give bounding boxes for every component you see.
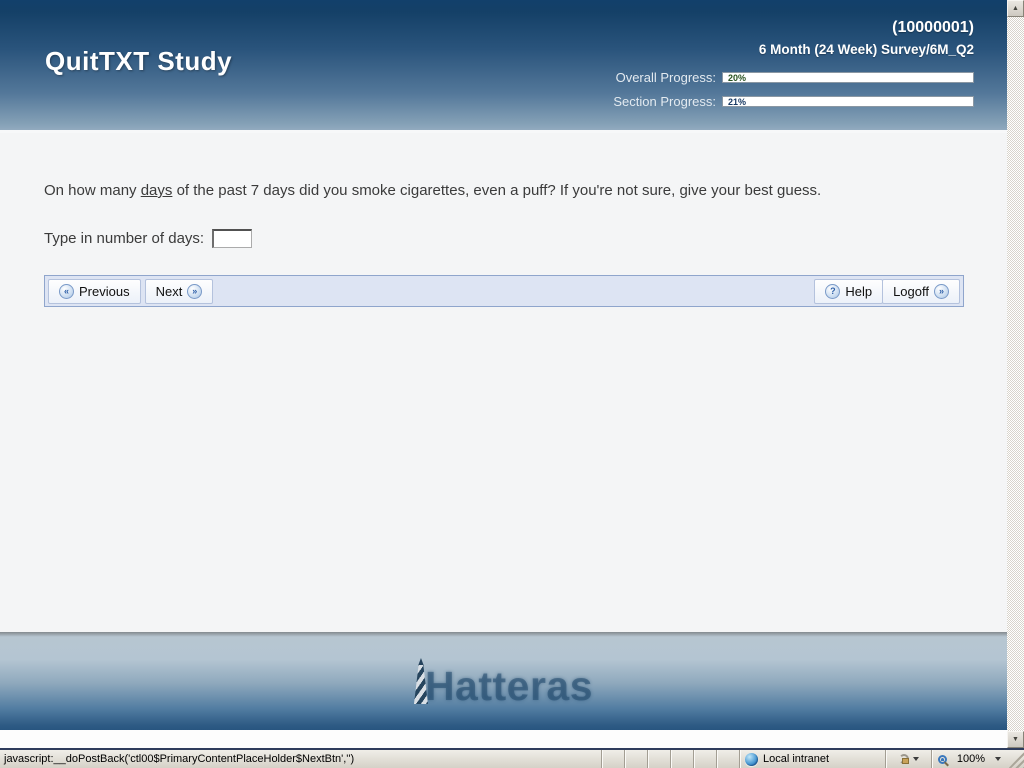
zoom-level-value: 100% [957,753,985,765]
logoff-button-label: Logoff [893,284,929,299]
question-text-underlined: days [141,182,173,199]
answer-row: Type in number of days: [44,229,1007,248]
previous-icon: « [59,284,74,299]
toolbar-left-group: « Previous Next » [48,279,213,304]
question-text-after: of the past 7 days did you smoke cigaret… [172,182,821,199]
overall-progress-bar: 20% [722,72,974,83]
protected-mode-icon [899,754,909,764]
section-progress-percent: 21% [728,97,746,107]
intranet-globe-icon [745,753,758,766]
section-progress-row: Section Progress: 21% [613,94,974,109]
statusbar-panel [716,750,739,768]
brand-text: Hatteras [425,670,593,704]
app-title: QuitTXT Study [45,46,232,77]
browser-status-bar: javascript:__doPostBack('ctl00$PrimaryCo… [0,748,1024,768]
statusbar-panel [601,750,624,768]
survey-name: 6 Month (24 Week) Survey/6M_Q2 [613,42,974,57]
scroll-down-button[interactable]: ▼ [1007,731,1024,748]
overall-progress-label: Overall Progress: [616,70,716,85]
overall-progress-row: Overall Progress: 20% [613,70,974,85]
question-text: On how many days of the past 7 days did … [44,182,967,199]
next-button[interactable]: Next » [145,279,214,304]
section-progress-bar: 21% [722,96,974,107]
help-button[interactable]: ? Help [814,279,883,304]
chevron-down-icon[interactable] [913,757,919,761]
logoff-icon: » [934,284,949,299]
survey-page: QuitTXT Study (10000001) 6 Month (24 Wee… [0,0,1007,748]
question-text-before: On how many [44,182,141,199]
days-input-label: Type in number of days: [44,230,204,247]
protected-mode-panel[interactable] [885,750,931,768]
browser-viewport: QuitTXT Study (10000001) 6 Month (24 Wee… [0,0,1024,748]
zoom-control-panel[interactable]: 100% [931,750,1007,768]
toolbar-right-group: ? Help Logoff » [814,279,960,304]
lighthouse-icon [414,658,428,704]
days-input[interactable] [212,229,252,248]
vertical-scrollbar[interactable]: ▲ ▼ [1007,0,1024,748]
scrollbar-track[interactable] [1007,17,1024,731]
overall-progress-percent: 20% [728,73,746,83]
statusbar-panel [693,750,716,768]
statusbar-panel [624,750,647,768]
participant-id: (10000001) [613,19,974,37]
help-button-label: Help [845,284,872,299]
help-icon: ? [825,284,840,299]
progress-section: Overall Progress: 20% Section Progress: … [613,70,974,109]
navigation-toolbar: « Previous Next » ? Help Logoff [44,275,964,307]
scroll-up-button[interactable]: ▲ [1007,0,1024,17]
statusbar-panel [647,750,670,768]
main-content: On how many days of the past 7 days did … [0,133,1007,632]
security-zone-label: Local intranet [763,753,829,765]
resize-grip[interactable] [1007,750,1024,768]
status-text: javascript:__doPostBack('ctl00$PrimaryCo… [0,750,601,768]
header-right-block: (10000001) 6 Month (24 Week) Survey/6M_Q… [613,19,974,109]
logoff-button[interactable]: Logoff » [882,279,960,304]
hatteras-logo: Hatteras [414,658,593,704]
previous-button-label: Previous [79,284,130,299]
previous-button[interactable]: « Previous [48,279,141,304]
section-progress-label: Section Progress: [613,94,716,109]
security-zone-panel: Local intranet [739,750,885,768]
page-header: QuitTXT Study (10000001) 6 Month (24 Wee… [0,0,1007,133]
next-button-label: Next [156,284,183,299]
page-footer: Hatteras [0,632,1007,730]
statusbar-panel [670,750,693,768]
footer-gap [0,730,1007,748]
zoom-magnifier-icon [938,755,947,764]
next-icon: » [187,284,202,299]
chevron-down-icon[interactable] [995,757,1001,761]
